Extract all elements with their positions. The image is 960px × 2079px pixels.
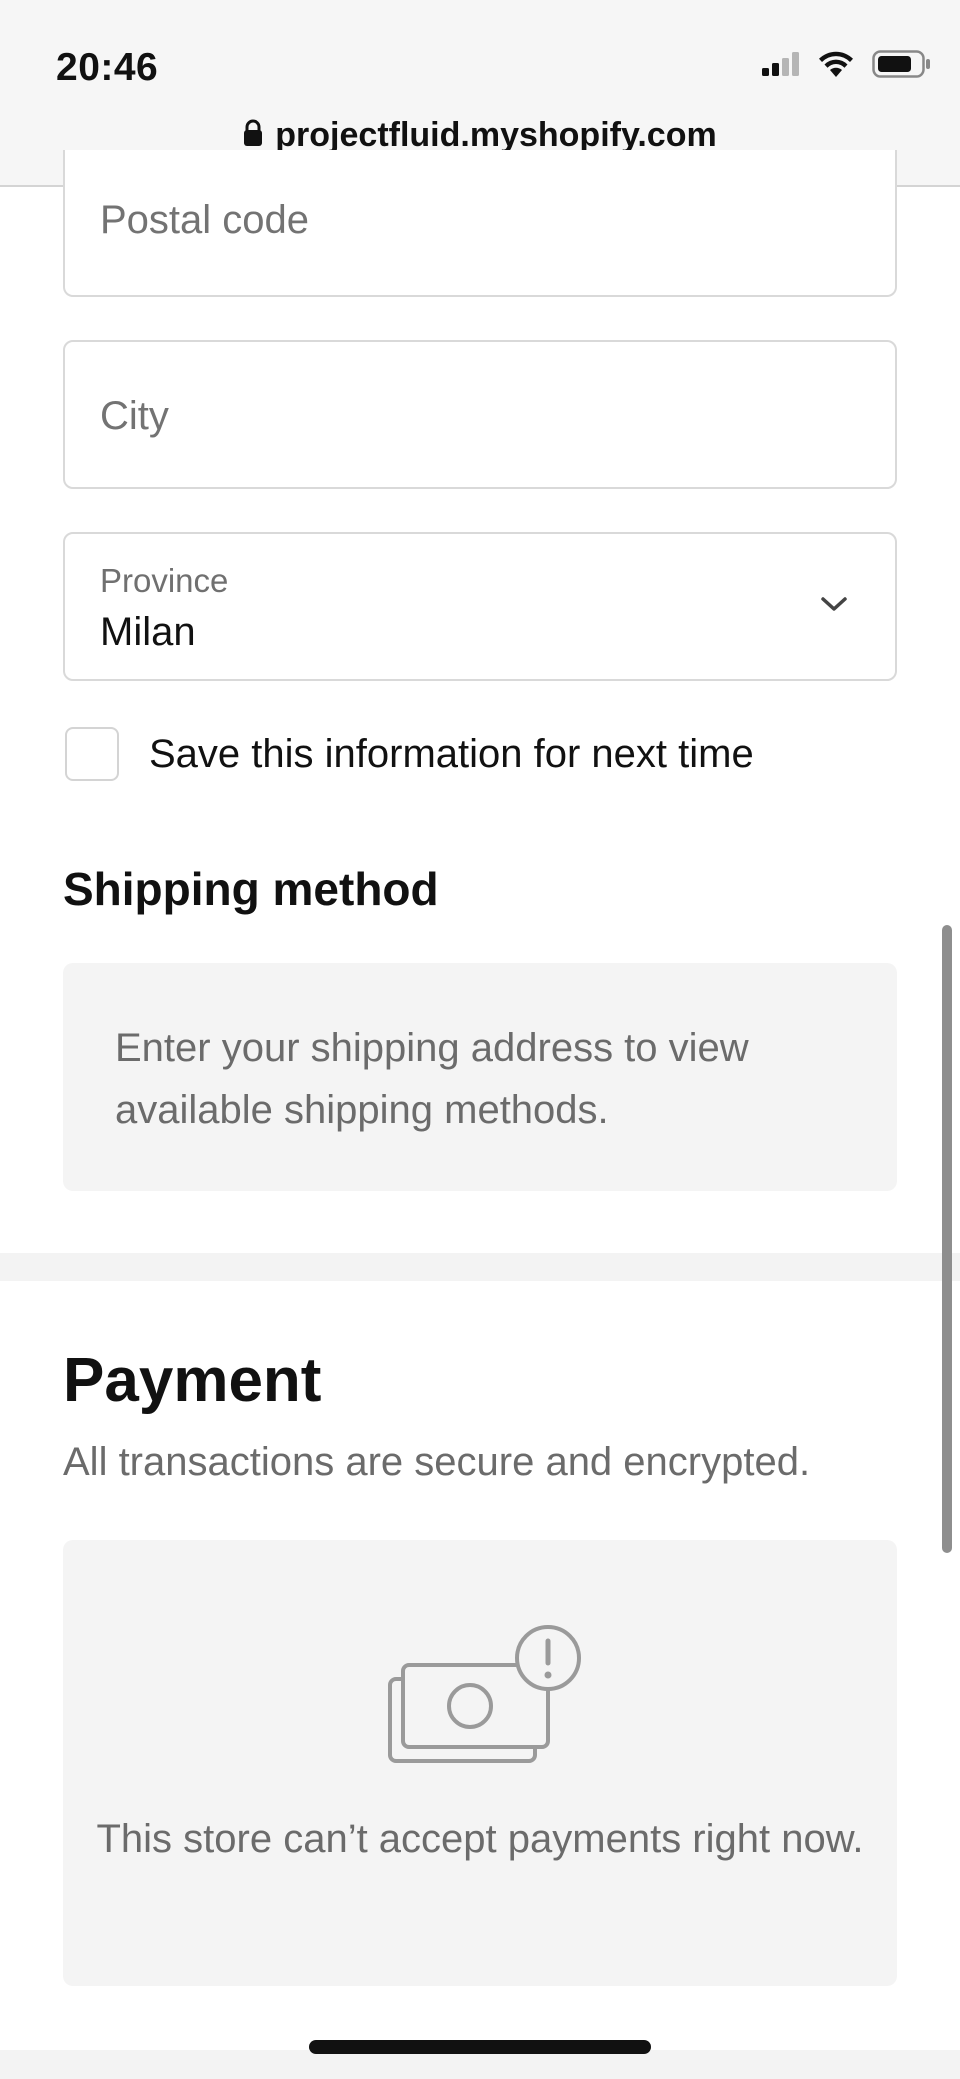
status-time: 20:46 <box>56 46 159 89</box>
province-label: Province <box>100 562 229 599</box>
save-info-label: Save this information for next time <box>149 731 754 776</box>
payment-unavailable-message: This store can’t accept payments right n… <box>96 1817 864 1861</box>
payment-subtitle: All transactions are secure and encrypte… <box>63 1440 811 1484</box>
postal-code-placeholder: Postal code <box>100 198 310 242</box>
wifi-icon <box>818 51 854 82</box>
chevron-down-icon <box>819 594 849 619</box>
province-value: Milan <box>100 610 196 654</box>
lock-icon <box>243 119 263 152</box>
province-select[interactable]: Province Milan <box>63 532 897 681</box>
cellular-signal-icon <box>762 52 800 81</box>
shipping-method-heading: Shipping method <box>63 863 439 915</box>
shipping-notice: Enter your shipping address to view avai… <box>63 963 897 1191</box>
bottom-band <box>0 2050 960 2079</box>
battery-icon <box>872 50 932 83</box>
save-info-row[interactable]: Save this information for next time <box>65 727 754 781</box>
city-field[interactable]: City <box>63 340 897 489</box>
save-info-checkbox[interactable] <box>65 727 119 781</box>
section-divider <box>0 1253 960 1281</box>
cash-warning-icon <box>383 1625 583 1770</box>
payment-unavailable-panel: This store can’t accept payments right n… <box>63 1540 897 1986</box>
postal-code-field[interactable]: Postal code <box>63 150 897 297</box>
home-indicator[interactable] <box>309 2040 651 2054</box>
page-scrollbar[interactable] <box>942 925 952 1553</box>
payment-heading: Payment <box>63 1346 322 1415</box>
city-placeholder: City <box>100 394 169 438</box>
status-icons <box>762 50 932 83</box>
